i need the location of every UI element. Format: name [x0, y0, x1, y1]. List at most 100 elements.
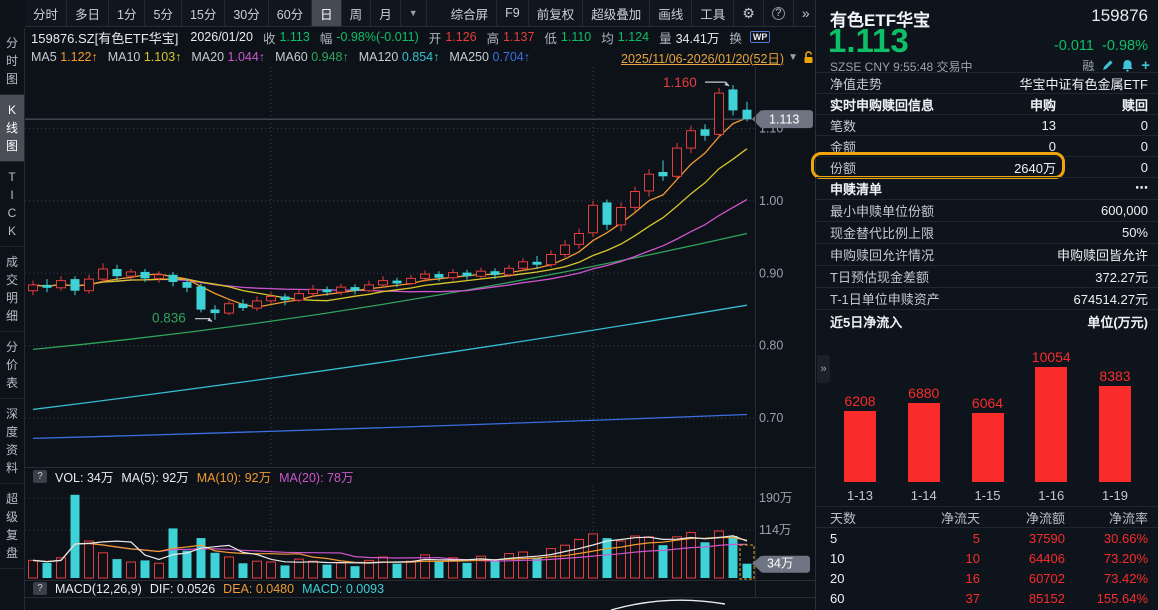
ma250-label: MA250 — [449, 50, 489, 64]
date-range-text[interactable]: 2025/11/06-2026/01/20(52日) — [621, 48, 784, 67]
left-view-sidebar: 分时图 K线图 TICK 成交明细 分价表 深度资料 超级复盘 — [0, 28, 25, 610]
ma5-label: MA5 — [31, 50, 57, 64]
period-tab-duori[interactable]: 多日 — [67, 0, 109, 26]
f9-button[interactable]: F9 — [497, 0, 529, 26]
svg-text:0.80: 0.80 — [759, 339, 783, 353]
sidebar-item-klinetu[interactable]: K线图 — [0, 95, 24, 162]
candles — [29, 85, 752, 320]
macd-value: MACD: 0.0093 — [302, 582, 384, 596]
ma250-value: 0.704↑ — [492, 50, 530, 64]
period-tab-5min[interactable]: 5分 — [145, 0, 181, 26]
amount-subscribe: 0 — [1049, 139, 1056, 154]
help-icon[interactable]: ? — [764, 0, 794, 26]
open-value: 1.126 — [445, 30, 476, 44]
pcf-list-label: 申赎清单 — [830, 179, 882, 198]
svg-text:114万: 114万 — [759, 523, 791, 537]
unlock-icon[interactable] — [802, 50, 815, 64]
date-range-selector[interactable]: 2025/11/06-2026/01/20(52日) ▼ — [621, 48, 815, 67]
sidebar-item-chaojifupan[interactable]: 超级复盘 — [0, 484, 24, 569]
kline-volume-svg: 1.101.000.900.800.701.1600.8361.113190万1… — [25, 67, 815, 610]
svg-text:0.90: 0.90 — [759, 266, 783, 280]
pcf-list-more-icon[interactable]: ⋯ — [1135, 180, 1148, 196]
ma120-value: 0.854↑ — [402, 50, 440, 64]
subscribe-col-header: 申购 — [1030, 95, 1056, 114]
t-cash-label: T日预估现金差额 — [830, 267, 929, 286]
sidebar-item-chengjiaomingxi[interactable]: 成交明细 — [0, 247, 24, 332]
row-count: 笔数 13 0 — [816, 114, 1158, 135]
period-tab-30min[interactable]: 30分 — [225, 0, 268, 26]
vol-value: VOL: 34万 — [55, 467, 113, 486]
period-tab-week[interactable]: 周 — [342, 0, 372, 26]
svg-text:1.160: 1.160 — [663, 75, 697, 90]
sidebar-item-tick[interactable]: TICK — [0, 162, 24, 247]
super-overlay-button[interactable]: 超级叠加 — [583, 0, 650, 26]
wp-badge[interactable]: WP — [750, 31, 771, 43]
period-tab-1min[interactable]: 1分 — [109, 0, 145, 26]
cash-cap-label: 现金替代比例上限 — [830, 223, 934, 242]
bar-x-label: 1-16 — [1038, 488, 1064, 506]
draw-line-button[interactable]: 画线 — [650, 0, 692, 26]
composite-screen-button[interactable]: 综合屏 — [443, 0, 498, 26]
macd-legend-row: ? MACD(12,26,9) DIF: 0.0526 DEA: 0.0480 … — [33, 581, 384, 596]
t1-asset-value: 674514.27元 — [1074, 289, 1148, 308]
ma-legend-bar: MA5 1.122↑ MA10 1.103↑ MA20 1.044↑ MA60 … — [25, 47, 815, 67]
row-pcf-list[interactable]: 申赎清单 ⋯ — [816, 177, 1158, 198]
cell-days: 60 — [830, 591, 900, 606]
macd-dea: DEA: 0.0480 — [223, 582, 294, 596]
period-tab-day[interactable]: 日 — [312, 0, 342, 26]
settings-gear-icon[interactable]: ⚙ — [734, 0, 764, 26]
row-share: 份额 2640万 0 — [816, 156, 1158, 177]
cell-net-amt: 64406 — [980, 551, 1065, 566]
avg-value: 1.124 — [618, 30, 649, 44]
period-tab-60min[interactable]: 60分 — [269, 0, 312, 26]
tools-button[interactable]: 工具 — [692, 0, 734, 26]
quote-date: 2026/01/20 — [190, 30, 253, 44]
period-tab-month[interactable]: 月 — [371, 0, 401, 26]
ma120-label: MA120 — [359, 50, 399, 64]
count-subscribe: 13 — [1042, 118, 1056, 133]
cell-days: 5 — [830, 531, 900, 546]
macd-dif: DIF: 0.0526 — [150, 582, 215, 596]
help-icon-glyph: ? — [772, 7, 785, 20]
last-volume-tag: 34万 — [752, 556, 810, 573]
volume-legend-row: ? VOL: 34万 MA(5): 92万 MA(10): 92万 MA(20)… — [33, 468, 353, 485]
inflow-title: 近5日净流入 — [830, 312, 902, 331]
bar-x-label: 1-13 — [847, 488, 873, 506]
period-dropdown-icon[interactable]: ▼ — [401, 0, 427, 26]
period-tab-15min[interactable]: 15分 — [182, 0, 225, 26]
inflow-bar-group: 10054 1-16 — [1023, 338, 1079, 506]
low-label: 低 — [544, 28, 557, 47]
inflow-bar — [1035, 367, 1067, 482]
sidebar-item-fenjiabiao[interactable]: 分价表 — [0, 332, 24, 399]
nav-label: 净值走势 — [830, 74, 882, 93]
avg-label: 均 — [601, 28, 614, 47]
date-range-caret-icon[interactable]: ▼ — [788, 52, 798, 63]
chg-label: 幅 — [320, 28, 333, 47]
macd-help-icon[interactable]: ? — [33, 582, 47, 595]
macd-dif-line — [611, 600, 725, 610]
volume-help-icon[interactable]: ? — [33, 470, 47, 483]
inflow-bar-group: 6064 1-15 — [960, 338, 1016, 506]
t-cash-value: 372.27元 — [1095, 267, 1148, 286]
inflow-unit: 单位(万元) — [1087, 312, 1148, 331]
row-t-cash: T日预估现金差额 372.27元 — [816, 265, 1158, 286]
inflow-bar — [972, 413, 1004, 482]
count-label: 笔数 — [830, 116, 856, 135]
cell-net-amt: 37590 — [980, 531, 1065, 546]
etf-detail-panel: 有色ETF华宝 159876 1.113 -0.011 -0.98% SZSE … — [815, 0, 1158, 610]
period-tab-fenshi[interactable]: 分时 — [25, 0, 67, 26]
row-nav-trend[interactable]: 净值走势 华宝中证有色金属ETF — [816, 72, 1158, 93]
alert-bell-icon[interactable] — [1121, 59, 1134, 72]
edit-pencil-icon[interactable] — [1101, 59, 1114, 72]
collapse-panel-button[interactable]: » — [817, 355, 830, 383]
sidebar-item-fenshitu[interactable]: 分时图 — [0, 28, 24, 95]
ma20-value: 1.044↑ — [228, 50, 266, 64]
flow-table-row: 20 16 60702 73.42% — [816, 568, 1158, 588]
col-net-days: 净流天 — [900, 508, 980, 527]
forward-adjust-button[interactable]: 前复权 — [529, 0, 584, 26]
low-value: 1.110 — [561, 30, 591, 44]
share-label: 份额 — [830, 158, 856, 177]
sidebar-item-shendu[interactable]: 深度资料 — [0, 399, 24, 484]
kline-chart[interactable]: 1.101.000.900.800.701.1600.8361.113190万1… — [25, 67, 815, 610]
count-redeem: 0 — [1056, 118, 1148, 133]
